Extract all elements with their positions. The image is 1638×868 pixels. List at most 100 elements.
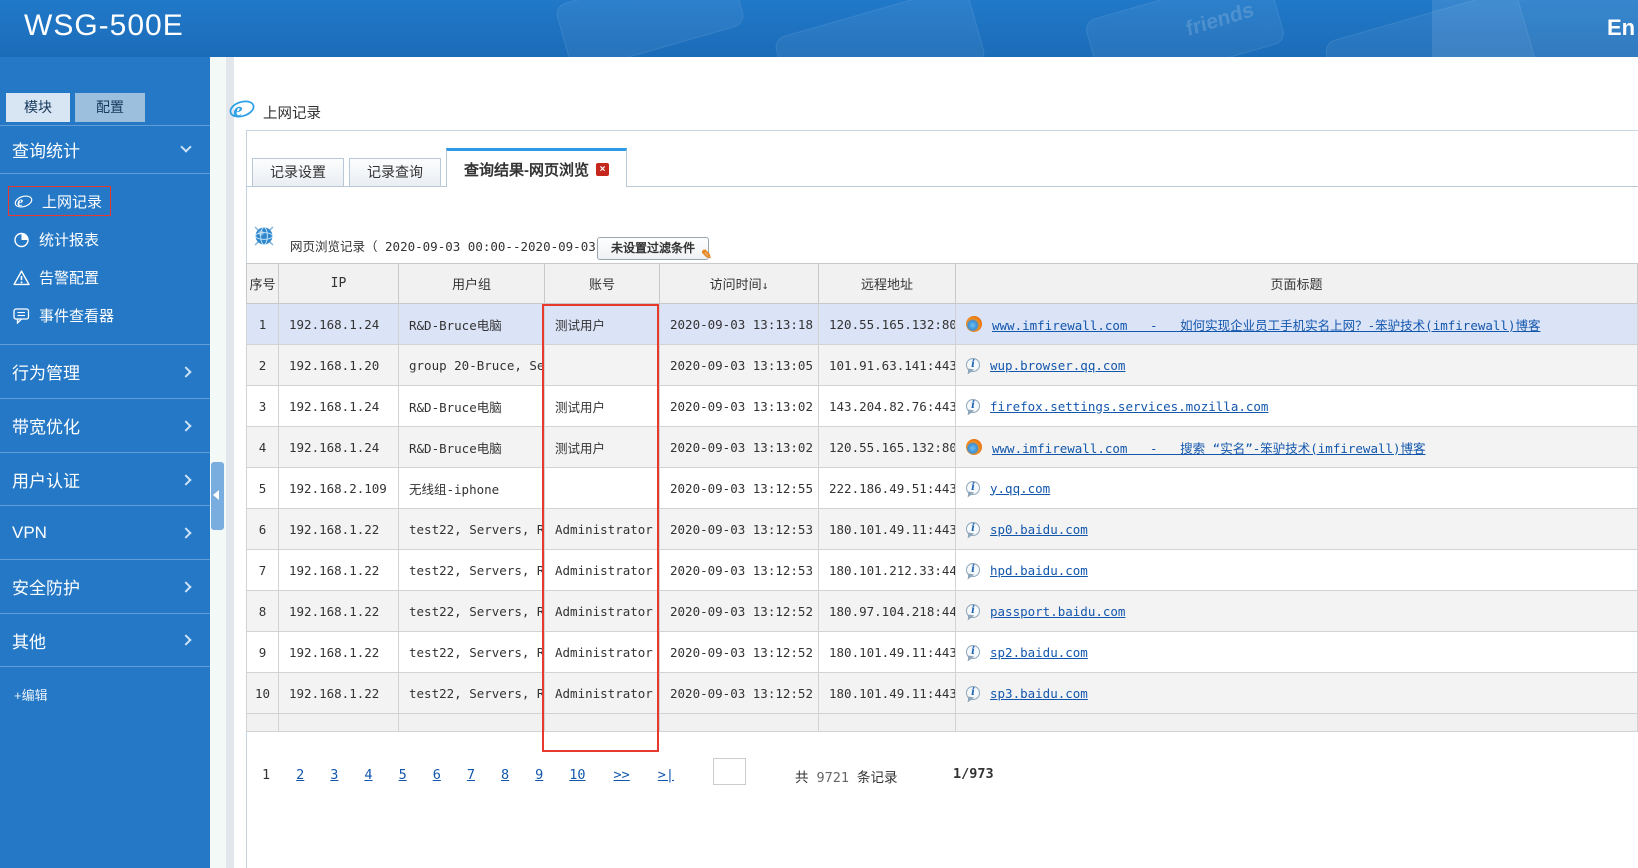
col-no[interactable]: 序号 [246,263,279,304]
cell-account: 测试用户 [544,385,660,427]
table-row[interactable]: 8 192.168.1.22 test22, Servers, R&D… Adm… [246,590,1638,632]
page-indicator: 1/973 [953,766,994,782]
info-icon [966,481,980,495]
page-link-8[interactable]: 8 [501,767,509,783]
page-link-9[interactable]: 9 [535,767,543,783]
chevron-down-icon [180,141,192,153]
cell-visit-time: 2020-09-03 13:12:53 [659,549,819,591]
cell-page-title: sp0.baidu.com [955,508,1638,550]
table-row[interactable]: 1 192.168.1.24 R&D-Bruce电脑 测试用户 2020-09-… [246,303,1638,345]
sidebar-section-user-auth[interactable]: 用户认证 [0,452,210,506]
events-icon [13,307,30,324]
col-page-title[interactable]: 页面标题 [955,263,1638,304]
page-link-4[interactable]: 4 [364,767,372,783]
sidebar-section-behavior-mgmt[interactable]: 行为管理 [0,344,210,398]
cell-no: 1 [246,303,279,345]
tab-record-query[interactable]: 记录查询 [349,158,441,187]
col-remote-addr[interactable]: 远程地址 [818,263,956,304]
sidebar-section-security[interactable]: 安全防护 [0,559,210,613]
product-logo: WSG-500E [24,9,184,42]
section-label: 带宽优化 [12,418,80,437]
page-title-link[interactable]: sp2.baidu.com [990,645,1088,660]
page-title-link[interactable]: passport.baidu.com [990,604,1125,619]
tab-record-settings[interactable]: 记录设置 [252,158,344,187]
cell-user-group: test22, Servers, R&D… [398,508,545,550]
ie-icon: e [14,194,33,209]
cell-page-title: www.imfirewall.com - 搜索 “实名”-笨驴技术(imfire… [955,426,1638,468]
sidebar-collapse-handle[interactable] [211,462,224,530]
chevron-right-icon [180,419,192,432]
sidebar-section-bandwidth-opt[interactable]: 带宽优化 [0,398,210,452]
total-count: 9721 [816,770,850,786]
sidebar-tab-modules[interactable]: 模块 [6,93,70,122]
info-icon [966,645,980,659]
page-link-2[interactable]: 2 [296,767,304,783]
sidebar-section-query-stats[interactable]: 查询统计 [0,125,210,173]
cell-remote-addr: 120.55.165.132:80 [818,303,956,345]
page-title-link[interactable]: y.qq.com [990,481,1050,496]
table-header-row: 序号 IP 用户组 账号 访问时间↓ 远程地址 页面标题 [246,263,1638,304]
cell-no: 7 [246,549,279,591]
sidebar-item-alert-config[interactable]: 告警配置 [8,262,107,292]
table-row[interactable]: 3 192.168.1.24 R&D-Bruce电脑 测试用户 2020-09-… [246,385,1638,427]
pagination: 1 2 3 4 5 6 7 8 9 10 >> >| [262,760,674,790]
page-title-link[interactable]: firefox.settings.services.mozilla.com [990,399,1268,414]
chevron-right-icon [180,473,192,486]
chevron-right-icon [180,580,192,593]
cell-no: 10 [246,672,279,714]
info-icon [966,563,980,577]
section-label: 其他 [12,632,46,652]
sidebar-edit-link[interactable]: +编辑 [14,685,48,704]
col-ip[interactable]: IP [278,263,399,304]
cell-ip: 192.168.1.22 [278,590,399,632]
table-row[interactable]: 2 192.168.1.20 group 20-Bruce, Ser… 2020… [246,344,1638,386]
sidebar-tabs: 模块 配置 [6,93,145,122]
cell-remote-addr: 180.97.104.218:443 [818,590,956,632]
page-link-3[interactable]: 3 [330,767,338,783]
page-title-link[interactable]: hpd.baidu.com [990,563,1088,578]
table-row[interactable]: 9 192.168.1.22 test22, Servers, R&D… Adm… [246,631,1638,673]
chevron-right-icon [180,634,192,646]
table-row[interactable]: 7 192.168.1.22 test22, Servers, R&D… Adm… [246,549,1638,591]
page-title-link[interactable]: wup.browser.qq.com [990,358,1125,373]
page-link-10[interactable]: 10 [569,767,585,783]
page-title-link[interactable]: www.imfirewall.com - 如何实现企业员工手机实名上网？-笨驴技… [992,315,1540,334]
close-icon[interactable]: × [596,162,609,176]
cell-remote-addr: 143.204.82.76:443 [818,385,956,427]
page-link-5[interactable]: 5 [399,767,407,783]
next-pages-link[interactable]: >> [614,767,630,783]
filter-condition-button[interactable]: 未设置过滤条件 [597,237,709,260]
cell-user-group: R&D-Bruce电脑 [398,385,545,427]
col-visit-time[interactable]: 访问时间↓ [659,263,819,304]
page-title-link[interactable]: sp3.baidu.com [990,686,1088,701]
cell-visit-time: 2020-09-03 13:12:53 [659,508,819,550]
page-jump-input[interactable] [713,758,746,785]
cell-account: Administrator [544,590,660,632]
sidebar-section-other[interactable]: 其他 [0,613,210,667]
col-account[interactable]: 账号 [544,263,660,304]
firefox-icon [966,316,982,332]
sidebar-item-internet-records[interactable]: e 上网记录 [8,186,112,216]
info-icon [966,358,980,372]
tab-query-result-web[interactable]: 查询结果-网页浏览 × [446,148,627,187]
col-user-group[interactable]: 用户组 [398,263,545,304]
sidebar-tab-config[interactable]: 配置 [75,93,145,122]
table-row[interactable]: 6 192.168.1.22 test22, Servers, R&D… Adm… [246,508,1638,550]
page-title-link[interactable]: www.imfirewall.com - 搜索 “实名”-笨驴技术(imfire… [992,438,1426,457]
sidebar-item-stats-report[interactable]: 统计报表 [8,224,107,254]
page-link-6[interactable]: 6 [433,767,441,783]
table-row[interactable]: 10 192.168.1.22 test22, Servers, R&D… Ad… [246,672,1638,714]
table-row[interactable]: 4 192.168.1.24 R&D-Bruce电脑 测试用户 2020-09-… [246,426,1638,468]
cell-user-group: 无线组-iphone [398,467,545,509]
cell-user-group: R&D-Bruce电脑 [398,426,545,468]
language-switch[interactable]: En [1607,15,1635,41]
cell-ip: 192.168.1.22 [278,631,399,673]
cell-ip: 192.168.2.109 [278,467,399,509]
page-link-7[interactable]: 7 [467,767,475,783]
last-page-link[interactable]: >| [658,767,674,783]
page-title-link[interactable]: sp0.baidu.com [990,522,1088,537]
sidebar-item-event-viewer[interactable]: 事件查看器 [8,300,122,330]
sidebar-section-vpn[interactable]: VPN [0,505,210,559]
section-label: 用户认证 [12,472,80,491]
table-row[interactable]: 5 192.168.2.109 无线组-iphone 2020-09-03 13… [246,467,1638,509]
